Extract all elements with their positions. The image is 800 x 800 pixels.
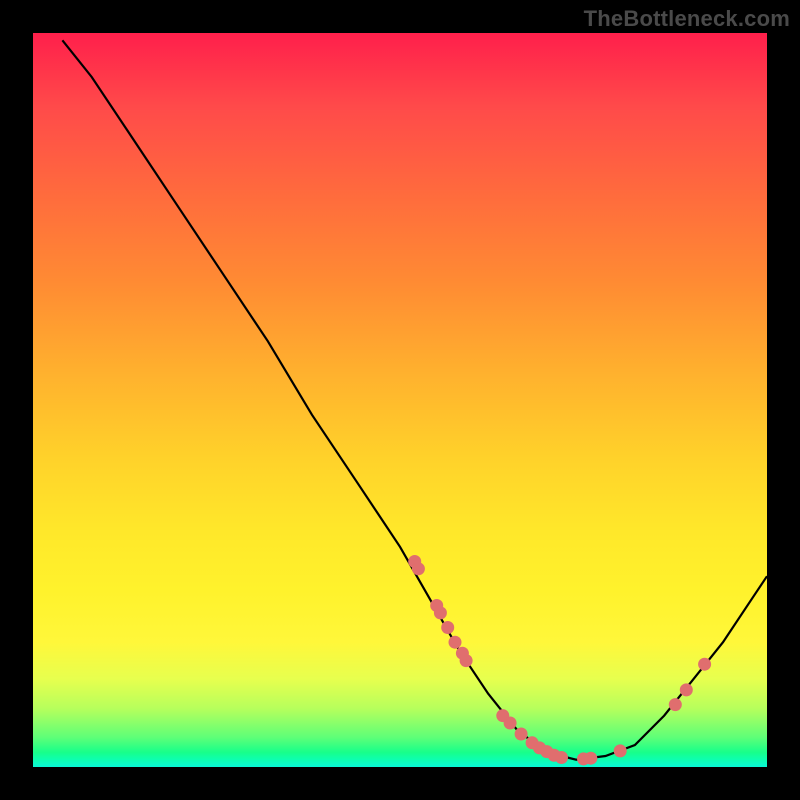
data-point: [698, 658, 711, 671]
data-point: [584, 752, 597, 765]
chart-svg: [33, 33, 767, 767]
chart-frame: TheBottleneck.com: [0, 0, 800, 800]
plot-area: [33, 33, 767, 767]
data-point: [460, 654, 473, 667]
data-point: [441, 621, 454, 634]
data-point: [434, 606, 447, 619]
data-point: [680, 683, 693, 696]
data-point: [504, 717, 517, 730]
data-point: [412, 562, 425, 575]
data-point: [515, 728, 528, 741]
bottleneck-curve: [62, 40, 767, 759]
data-points-layer: [408, 555, 711, 765]
data-point: [555, 751, 568, 764]
data-point: [669, 698, 682, 711]
data-point: [449, 636, 462, 649]
data-point: [614, 744, 627, 757]
watermark-text: TheBottleneck.com: [584, 6, 790, 32]
